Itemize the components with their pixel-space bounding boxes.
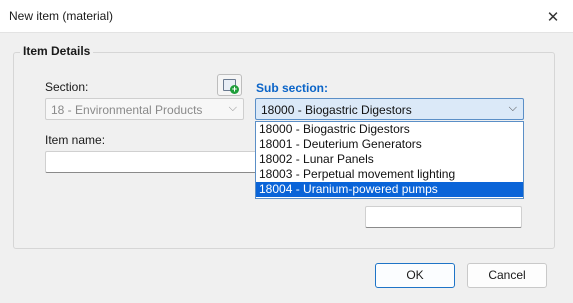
item-name-input[interactable] <box>45 151 257 173</box>
title-bar: New item (material) ✕ <box>0 0 573 33</box>
section-value: 18 - Environmental Products <box>51 103 203 117</box>
section-label: Section: <box>45 80 89 94</box>
sub-section-dropdown-list: 18000 - Biogastric Digestors 18001 - Deu… <box>255 121 524 199</box>
sub-section-value: 18000 - Biogastric Digestors <box>261 103 412 117</box>
ok-button[interactable]: OK <box>375 263 455 288</box>
lookup-add-button[interactable]: + <box>217 74 242 96</box>
group-legend: Item Details <box>20 44 94 58</box>
close-icon[interactable]: ✕ <box>533 0 573 33</box>
secondary-input[interactable] <box>365 206 522 228</box>
sub-section-combo[interactable]: 18000 - Biogastric Digestors ⌵ <box>255 98 524 120</box>
window-title: New item (material) <box>9 9 114 23</box>
section-combo[interactable]: 18 - Environmental Products ⌵ <box>45 98 244 120</box>
chevron-down-icon: ⌵ <box>508 102 517 114</box>
sub-section-label: Sub section: <box>256 81 329 95</box>
add-icon: + <box>230 84 239 94</box>
item-name-label: Item name: <box>45 133 106 147</box>
cancel-button[interactable]: Cancel <box>467 263 547 288</box>
dropdown-option[interactable]: 18001 - Deuterium Generators <box>256 137 523 152</box>
dropdown-option[interactable]: 18002 - Lunar Panels <box>256 152 523 167</box>
dropdown-option[interactable]: 18000 - Biogastric Digestors <box>256 122 523 137</box>
dropdown-option-highlighted[interactable]: 18004 - Uranium-powered pumps <box>256 182 523 197</box>
dropdown-option[interactable]: 18003 - Perpetual movement lighting <box>256 167 523 182</box>
chevron-down-icon: ⌵ <box>228 102 237 114</box>
